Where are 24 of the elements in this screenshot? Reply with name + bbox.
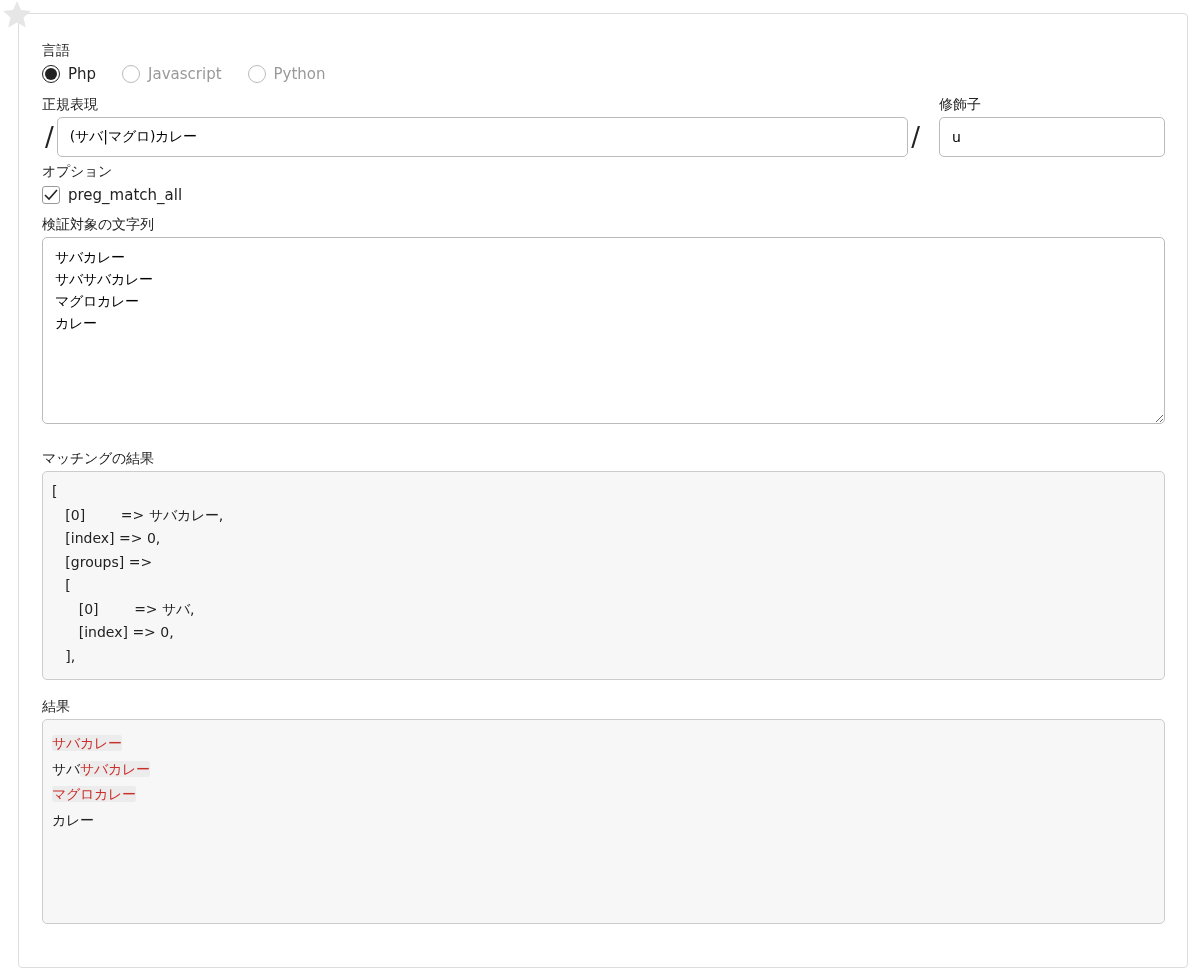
result-text: サバ	[52, 760, 80, 777]
checkbox[interactable]	[42, 185, 60, 204]
radio-button[interactable]	[122, 65, 141, 84]
language-label: 言語	[42, 41, 70, 60]
regex-label: 正規表現	[42, 94, 98, 114]
delimiter-text: /	[910, 123, 921, 150]
matching-result-output: [ [0] => サバカレー, [index] => 0, [groups] => [ [0] => サバ, [index] => 0, ],	[42, 471, 1165, 680]
modifier-label: 修飾子	[939, 94, 981, 114]
regex-input[interactable]: (サバ|マグロ)カレー	[56, 116, 909, 157]
radio-button[interactable]	[247, 65, 266, 84]
result-label: 結果	[42, 697, 70, 716]
subject-label: 検証対象の文字列	[42, 215, 154, 234]
matching-result-label: マッチングの結果	[42, 449, 154, 468]
modifier-input[interactable]: u	[939, 116, 1165, 157]
match-highlight: サバカレー	[52, 735, 122, 751]
options-label: オプション	[42, 161, 112, 181]
radio-label[interactable]: Php	[68, 63, 97, 86]
checkbox-label[interactable]: preg_match_all	[68, 183, 183, 206]
subject-textarea[interactable]: サバカレー サバサバカレー マグロカレー カレー	[42, 237, 1165, 424]
radio-button[interactable]	[42, 65, 60, 84]
result-text: カレー	[52, 811, 94, 828]
match-highlight: サバカレー	[80, 760, 150, 777]
delimiter-text: /	[44, 123, 55, 150]
match-highlight: マグロカレー	[52, 786, 136, 802]
